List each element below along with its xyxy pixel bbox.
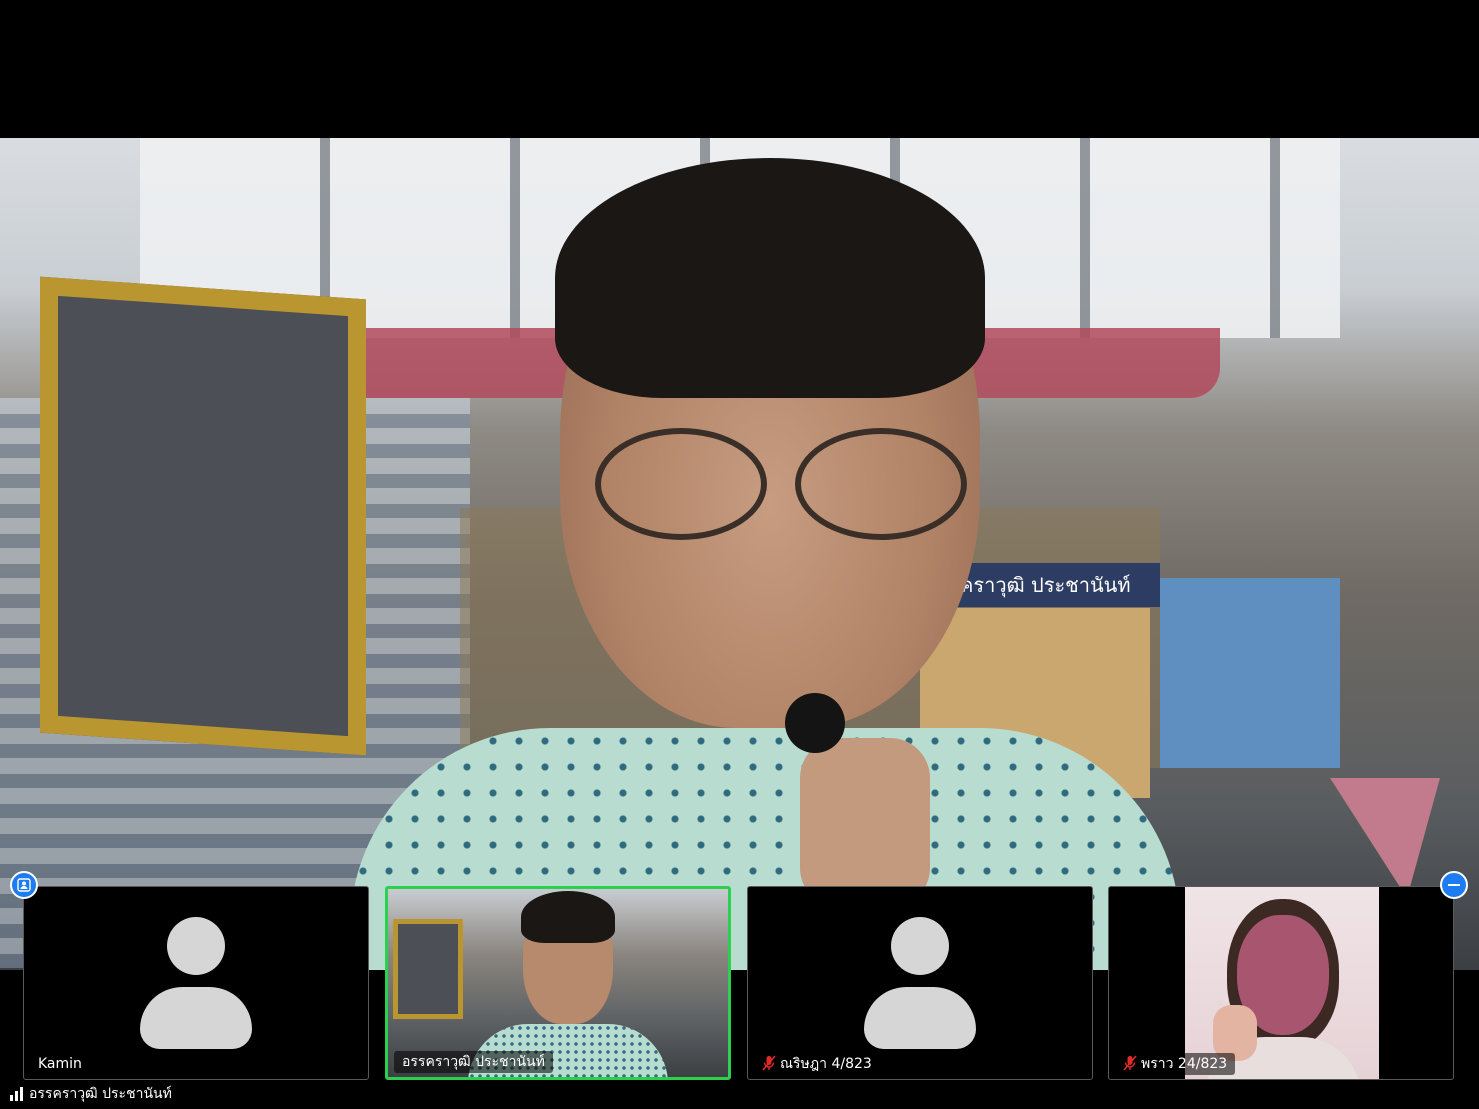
status-bar: อรรคราวุฒิ ประชานันท์: [10, 1084, 172, 1104]
framed-portrait: [40, 276, 366, 756]
participant-name-tag: อรรคราวุฒิ ประชานันท์: [394, 1051, 553, 1073]
speaker-hand: [800, 738, 930, 908]
main-speaker-video[interactable]: คราวุฒิ ประชานันท์: [0, 138, 1479, 970]
participant-tile-kamin[interactable]: Kamin: [23, 886, 369, 1080]
background-poster: [1160, 578, 1340, 768]
participant-name: อรรคราวุฒิ ประชานันท์: [402, 1054, 545, 1070]
pennant-flag: [1330, 778, 1440, 898]
name-banner: คราวุฒิ ประชานันท์: [950, 563, 1160, 607]
participant-video-thumbnail: [1185, 887, 1379, 1079]
participant-name-tag: พราว 24/823: [1115, 1053, 1236, 1075]
participant-name-tag: ณริษฎา 4/823: [754, 1053, 880, 1075]
participant-name: พราว 24/823: [1141, 1056, 1228, 1072]
top-letterbox: [0, 0, 1479, 138]
default-avatar-icon: [864, 917, 976, 1049]
participant-tile-muted[interactable]: ณริษฎา 4/823: [747, 886, 1093, 1080]
signal-bars-icon: [10, 1087, 23, 1101]
lapel-microphone: [785, 693, 845, 753]
default-avatar-icon: [140, 917, 252, 1049]
participant-tile-active-speaker[interactable]: อรรคราวุฒิ ประชานันท์: [385, 886, 731, 1080]
speaker-glasses: [595, 428, 975, 540]
participant-name-tag: Kamin: [30, 1053, 90, 1075]
minus-icon: [1448, 884, 1460, 886]
mic-muted-icon: [762, 1055, 776, 1071]
speaker-hair: [555, 158, 985, 398]
banner-text: คราวุฒิ ประชานันท์: [960, 573, 1131, 597]
current-user-name: อรรคราวุฒิ ประชานันท์: [29, 1086, 172, 1102]
gallery-view-button[interactable]: [10, 871, 38, 899]
user-icon: [17, 878, 31, 892]
participant-name: ณริษฎา 4/823: [780, 1056, 872, 1072]
collapse-thumbnails-button[interactable]: [1440, 871, 1468, 899]
mic-muted-icon: [1123, 1055, 1137, 1071]
participant-tile-video-on[interactable]: พราว 24/823: [1108, 886, 1454, 1080]
participant-video-thumbnail: [388, 889, 728, 1077]
participant-name: Kamin: [38, 1056, 82, 1072]
